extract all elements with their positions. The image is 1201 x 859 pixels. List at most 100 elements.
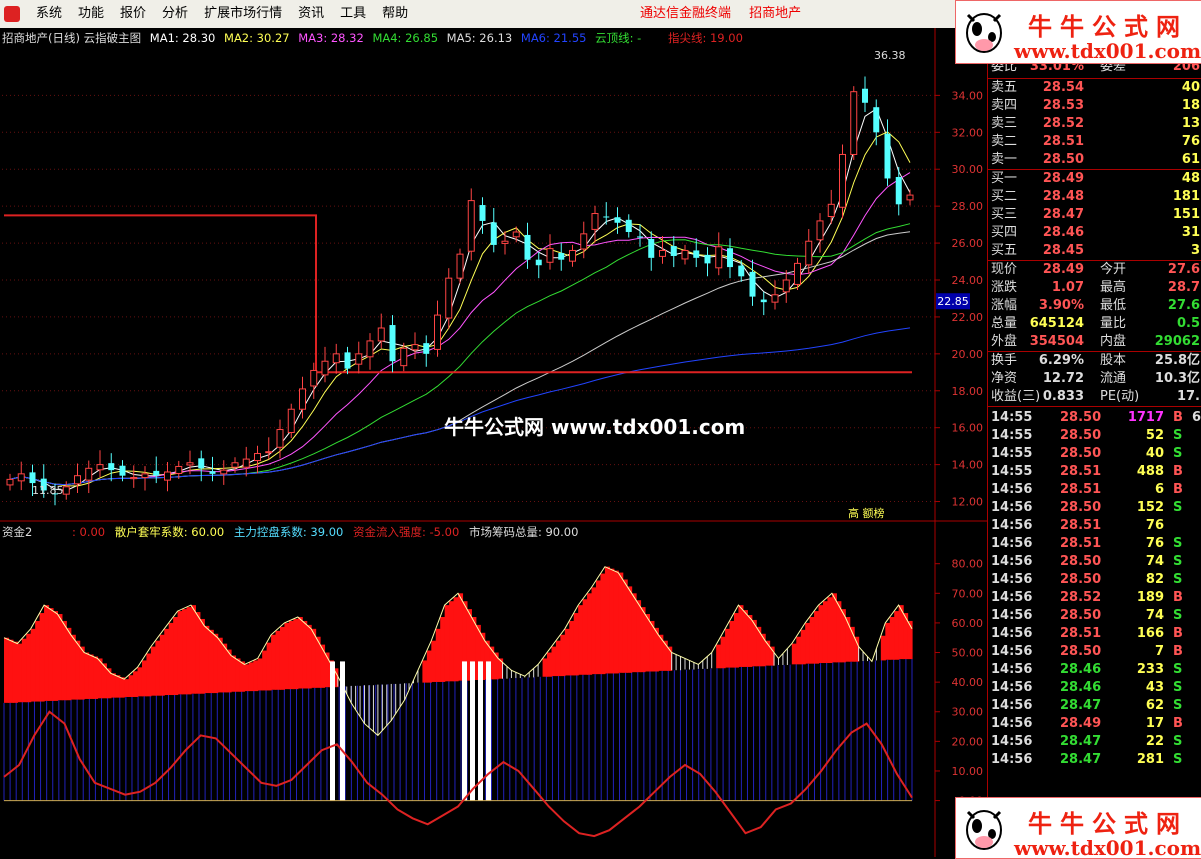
retail-bar	[231, 655, 237, 692]
retail-bar	[796, 636, 802, 665]
quote-label2: 量比	[1100, 316, 1127, 331]
candle-body	[771, 294, 779, 303]
tick-volume: 62	[1145, 698, 1164, 713]
candle-body	[670, 246, 677, 256]
quote-label: 现价	[991, 262, 1018, 277]
candle-body	[603, 216, 610, 218]
retail-bar	[720, 636, 726, 669]
main-indicator-line: 招商地产(日线) 云指破主图 MA1: 28.30 MA2: 30.27 MA3…	[2, 30, 748, 45]
quote-label: 卖三	[991, 116, 1018, 131]
candle-body	[175, 465, 183, 474]
logo-banner-bottom: 牛牛公式网 www.tdx001.com	[955, 797, 1201, 859]
quote-value2: 27.6	[1167, 262, 1200, 277]
tick-row: 14:56 28.51 6 B	[988, 481, 1201, 499]
price-tick-label: 18.00	[952, 385, 984, 398]
kline-chart[interactable]: 34.00 32.00 30.00 28.00 26.00 24.00 22.00 20.00…	[0, 28, 987, 522]
quote-value2: 18	[1181, 98, 1200, 113]
ma6-label: MA6: 21.55	[520, 31, 587, 45]
retail-bar	[551, 646, 557, 677]
tick-time: 14:56	[991, 554, 1033, 569]
retail-bar	[271, 634, 277, 690]
retail-bar	[110, 673, 116, 698]
main-control-label: 主力控盘系数: 39.00	[233, 525, 344, 539]
quote-row: 卖五 28.54 40	[988, 79, 1201, 97]
candle-body	[355, 353, 363, 365]
quote-label2: 股本	[1100, 353, 1127, 368]
quote-row: 外盘 354504 内盘 29062	[988, 333, 1201, 351]
sub-tick-label: 80.00	[952, 558, 984, 571]
menu-item-4[interactable]: 扩展市场行情	[196, 0, 290, 28]
retail-bar	[217, 637, 223, 693]
retail-bar	[600, 573, 606, 675]
fund-indicator-chart[interactable]: 80.00 70.00 60.00 50.00 40.00 30.00 20.00 10.00…	[0, 522, 987, 857]
retail-bar	[17, 643, 23, 703]
tick-price: 28.46	[1060, 662, 1102, 677]
candle-body	[467, 200, 475, 252]
tick-volume: 52	[1145, 428, 1164, 443]
tick-time: 14:55	[991, 446, 1033, 461]
quote-label: 涨跌	[991, 280, 1018, 295]
menu-list: 系统 功能 报价 分析 扩展市场行情 资讯 工具 帮助	[28, 0, 416, 28]
white-spike	[486, 661, 491, 801]
tick-volume: 76	[1145, 536, 1164, 551]
candle-body	[445, 277, 453, 319]
retail-bar	[613, 570, 619, 674]
menu-item-5[interactable]: 资讯	[290, 0, 332, 28]
quote-label: 总量	[991, 316, 1018, 331]
quote-label: 买三	[991, 207, 1018, 222]
tick-volume: 43	[1145, 680, 1164, 695]
quote-value: 28.54	[1042, 80, 1084, 95]
tick-time: 14:56	[991, 716, 1033, 731]
retail-bar	[195, 612, 201, 694]
tick-row: 14:56 28.50 74 S	[988, 607, 1201, 625]
candle-body	[659, 249, 666, 257]
app-icon[interactable]	[4, 6, 20, 22]
tick-side: B	[1173, 464, 1183, 479]
quote-value: 6.29%	[1038, 353, 1084, 368]
candle-body	[423, 343, 430, 354]
quote-value2: 76	[1181, 134, 1200, 149]
sub-tick-label: 70.00	[952, 587, 984, 600]
candle-body	[141, 473, 149, 479]
quote-value2: 28.7	[1167, 280, 1200, 295]
retail-bar	[800, 629, 806, 665]
tick-volume: 76	[1145, 518, 1164, 533]
candle-body	[558, 253, 565, 260]
candle-body	[839, 153, 846, 208]
white-spike	[462, 661, 467, 801]
quote-row: 卖一 28.50 61	[988, 151, 1201, 169]
retail-bar	[70, 634, 76, 700]
tick-time: 14:56	[991, 536, 1033, 551]
tick-side: S	[1173, 698, 1183, 713]
menu-item-2[interactable]: 报价	[112, 0, 154, 28]
retail-bar	[4, 637, 10, 703]
tick-time: 14:56	[991, 572, 1033, 587]
candle-body	[242, 458, 250, 468]
quote-value2: 181	[1172, 189, 1200, 204]
candle-body	[231, 462, 239, 468]
candle-body	[198, 458, 205, 469]
candle-body	[591, 213, 599, 230]
retail-bar	[253, 660, 259, 692]
tick-volume: 22	[1145, 734, 1164, 749]
retail-bar	[733, 613, 740, 668]
menu-item-0[interactable]: 系统	[28, 0, 70, 28]
tick-time: 14:56	[991, 680, 1033, 695]
quote-value2: 29062	[1154, 334, 1200, 349]
badge-label: 高 额榜	[848, 506, 885, 520]
menu-item-1[interactable]: 功能	[70, 0, 112, 28]
tick-time: 14:56	[991, 608, 1033, 623]
tick-side: S	[1173, 446, 1183, 461]
menu-item-6[interactable]: 工具	[332, 0, 374, 28]
tick-price: 28.51	[1060, 536, 1102, 551]
menu-item-3[interactable]: 分析	[154, 0, 196, 28]
tick-row: 14:55 28.51 488 B	[988, 463, 1201, 481]
candle-body	[29, 472, 36, 484]
quote-row: 买三 28.47 151	[988, 206, 1201, 224]
sub-tick-label: 10.00	[952, 765, 984, 778]
candle-body	[119, 465, 126, 476]
candle-body	[400, 347, 408, 367]
retail-bar	[306, 624, 312, 689]
retail-bar	[284, 622, 290, 690]
menu-item-7[interactable]: 帮助	[374, 0, 416, 28]
